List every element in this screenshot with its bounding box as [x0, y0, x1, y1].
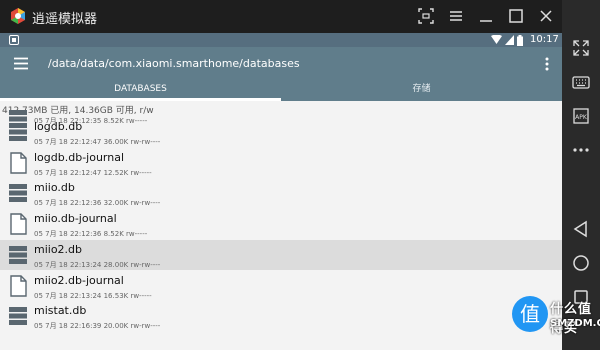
watermark-text: 什么值得买	[550, 302, 593, 336]
status-time: 10:17	[530, 34, 559, 45]
apk-install-icon[interactable]: APK	[571, 106, 591, 126]
battery-icon	[517, 34, 523, 46]
window-title: 逍遥模拟器	[32, 12, 98, 27]
watermark-logo: 值	[512, 296, 548, 332]
android-statusbar: 10:17	[0, 33, 562, 47]
tab-storage-label: 存储	[412, 84, 431, 94]
wifi-icon	[491, 35, 502, 44]
file-name: miio.db	[34, 181, 75, 195]
android-screen: 10:17 /data/data/com.xiaomi.smarthome/da…	[0, 33, 562, 350]
file-row[interactable]: logdb.db-journal 05 7月 18 22:12:47 12.52K…	[0, 148, 562, 178]
file-row[interactable]: miio.db-journal 05 7月 18 22:12:36 8.52K r…	[0, 209, 562, 239]
file-row[interactable]: miio2.db 05 7月 18 22:13:24 28.00K rw-rw--…	[0, 239, 562, 270]
signal-icon	[505, 35, 514, 45]
more-options-icon[interactable]	[571, 140, 591, 160]
app-logo-icon	[11, 8, 25, 24]
keyboard-icon[interactable]	[571, 72, 591, 92]
file-meta: 05 7月 18 22:13:24 28.00K rw-rw----	[34, 260, 161, 269]
file-meta: 05 7月 18 22:16:39 20.00K rw-rw----	[34, 322, 161, 331]
file-meta: 05 7月 18 22:13:24 16.53K rw-----	[34, 291, 152, 300]
home-icon[interactable]	[571, 253, 591, 273]
file-row[interactable]: miio2.db-journal 05 7月 18 22:13:24 16.53K…	[0, 271, 562, 301]
document-file-icon	[10, 274, 27, 297]
back-icon[interactable]	[571, 219, 591, 239]
current-path: /data/data/com.xiaomi.smarthome/database…	[48, 57, 300, 70]
expand-icon[interactable]	[571, 38, 591, 58]
minimize-icon[interactable]	[476, 6, 496, 26]
close-icon[interactable]	[536, 6, 556, 26]
file-name: miio2.db	[34, 242, 83, 256]
maximize-icon[interactable]	[506, 6, 526, 26]
menu-icon[interactable]	[446, 6, 466, 26]
file-name: logdb.db	[34, 120, 83, 133]
file-row[interactable]: mistat.db 05 7月 18 22:16:39 20.00K rw-rw-…	[0, 301, 562, 331]
hamburger-menu-icon[interactable]	[13, 57, 29, 70]
active-tab-indicator	[0, 98, 281, 101]
file-name: logdb.db-journal	[34, 150, 125, 164]
database-file-icon	[9, 123, 27, 141]
file-name: miio2.db-journal	[34, 273, 124, 287]
database-file-icon	[9, 307, 27, 326]
database-file-icon	[9, 245, 27, 264]
document-file-icon	[10, 151, 27, 174]
tab-databases-label: DATABASES	[114, 84, 167, 94]
svg-text:APK: APK	[575, 114, 588, 121]
file-manager-toolbar: /data/data/com.xiaomi.smarthome/database…	[0, 47, 562, 80]
tab-bar: DATABASES 存储	[0, 80, 562, 101]
file-meta: 05 7月 18 22:12:47 36.00K rw-rw----	[34, 138, 161, 146]
file-meta: 05 7月 18 22:12:47 12.52K rw-----	[34, 168, 152, 177]
file-meta: 05 7月 18 22:12:36 8.52K rw-----	[34, 230, 148, 239]
screenshot-icon[interactable]	[416, 6, 436, 26]
document-file-icon	[10, 213, 27, 235]
watermark: 值 什么值得买 SMZDM.COM	[512, 292, 600, 348]
status-icons	[491, 34, 523, 46]
tab-databases[interactable]: DATABASES	[0, 80, 281, 101]
watermark-url: SMZDM.COM	[550, 318, 600, 329]
file-name: miio.db-journal	[34, 212, 117, 226]
file-row[interactable]: miio.db 05 7月 18 22:12:36 32.00K rw-rw---…	[0, 178, 562, 208]
overflow-menu-icon[interactable]	[544, 56, 550, 72]
database-file-icon	[9, 184, 27, 203]
android-notification-icon	[9, 35, 19, 45]
tab-storage[interactable]: 存储	[281, 80, 562, 101]
file-meta: 05 7月 18 22:12:36 32.00K rw-rw----	[34, 199, 161, 208]
file-row[interactable]: logdb.db 05 7月 18 22:12:47 36.00K rw-rw--…	[0, 117, 562, 147]
file-name: mistat.db	[34, 304, 87, 318]
emulator-titlebar: 逍遥模拟器	[0, 0, 600, 33]
